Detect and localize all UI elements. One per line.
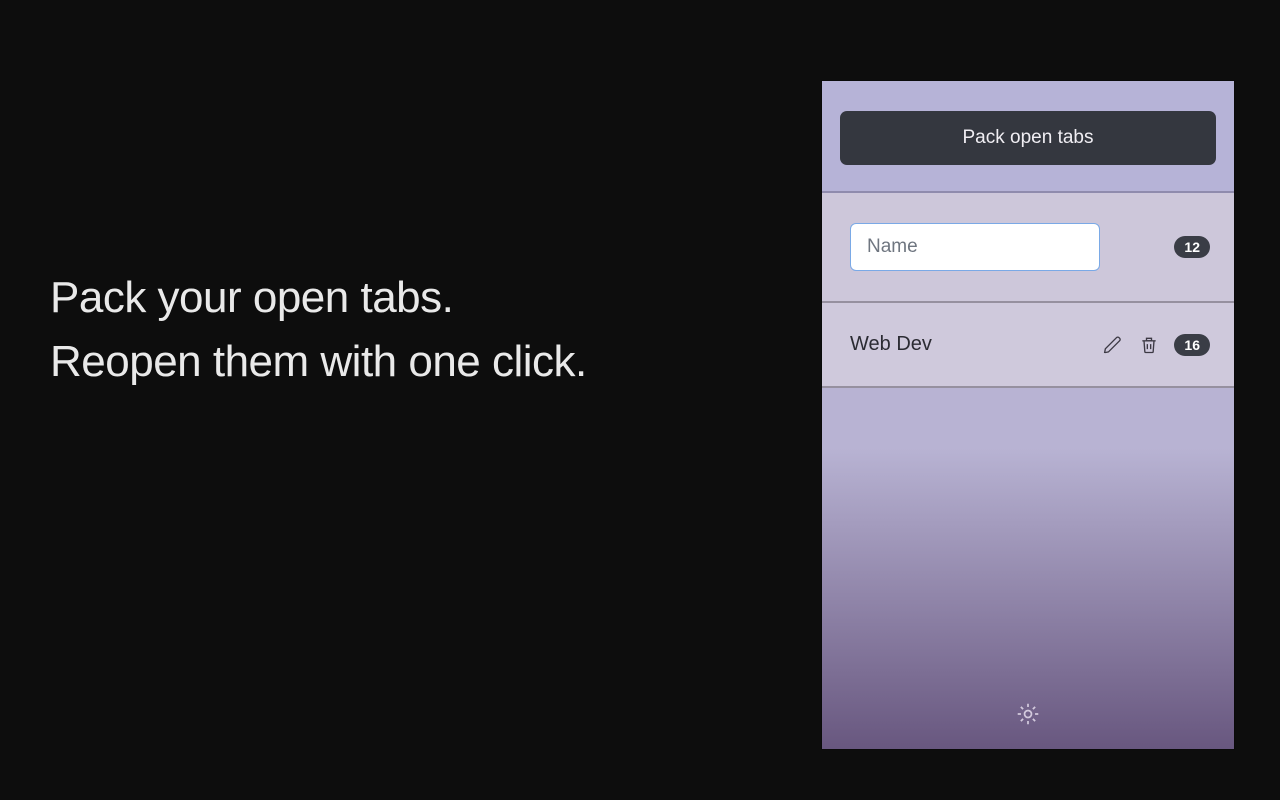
pack-open-tabs-button[interactable]: Pack open tabs <box>840 111 1216 165</box>
popup-header: Pack open tabs <box>822 81 1234 193</box>
gear-icon[interactable] <box>1015 701 1041 727</box>
tab-count-badge: 16 <box>1174 334 1210 356</box>
extension-popup: Pack open tabs 12 Web Dev 16 <box>822 81 1234 749</box>
headline-line-2: Reopen them with one click. <box>50 330 587 394</box>
pack-name-input[interactable] <box>850 223 1100 271</box>
headline-line-1: Pack your open tabs. <box>50 266 587 330</box>
popup-empty-area <box>822 388 1234 683</box>
trash-icon[interactable] <box>1138 334 1160 356</box>
saved-pack-name: Web Dev <box>850 333 932 356</box>
saved-pack-row[interactable]: Web Dev 16 <box>822 303 1234 388</box>
pencil-icon[interactable] <box>1102 334 1124 356</box>
new-pack-row: 12 <box>822 193 1234 303</box>
tab-count-badge: 12 <box>1174 236 1210 258</box>
popup-footer <box>822 683 1234 749</box>
marketing-headline: Pack your open tabs. Reopen them with on… <box>50 266 587 394</box>
